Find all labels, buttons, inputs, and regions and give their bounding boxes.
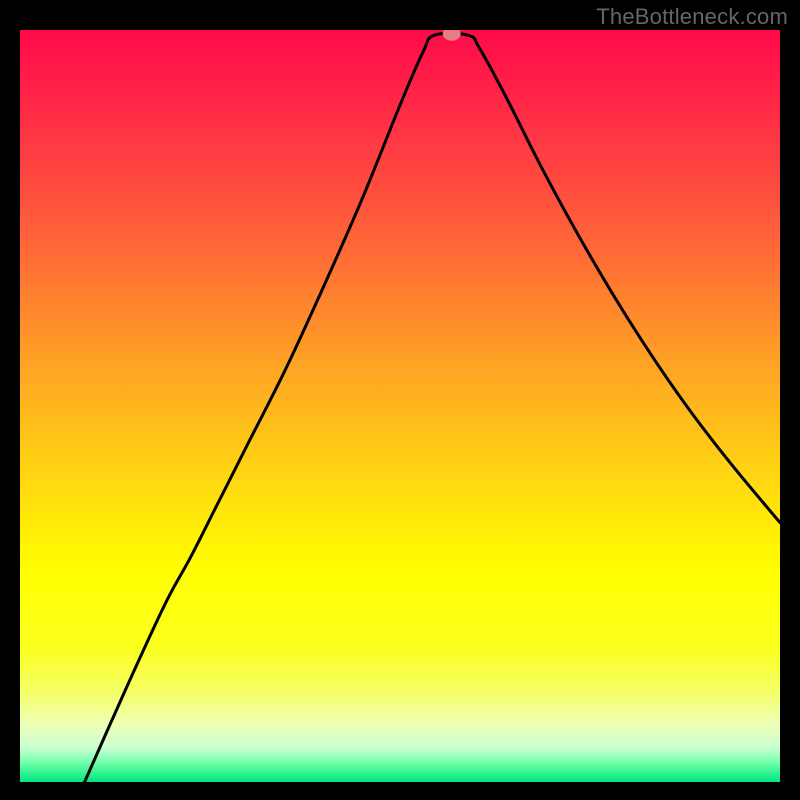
chart-svg xyxy=(20,30,780,782)
watermark-text: TheBottleneck.com xyxy=(596,4,788,30)
chart-frame: TheBottleneck.com xyxy=(0,0,800,800)
plot-area xyxy=(20,30,780,782)
